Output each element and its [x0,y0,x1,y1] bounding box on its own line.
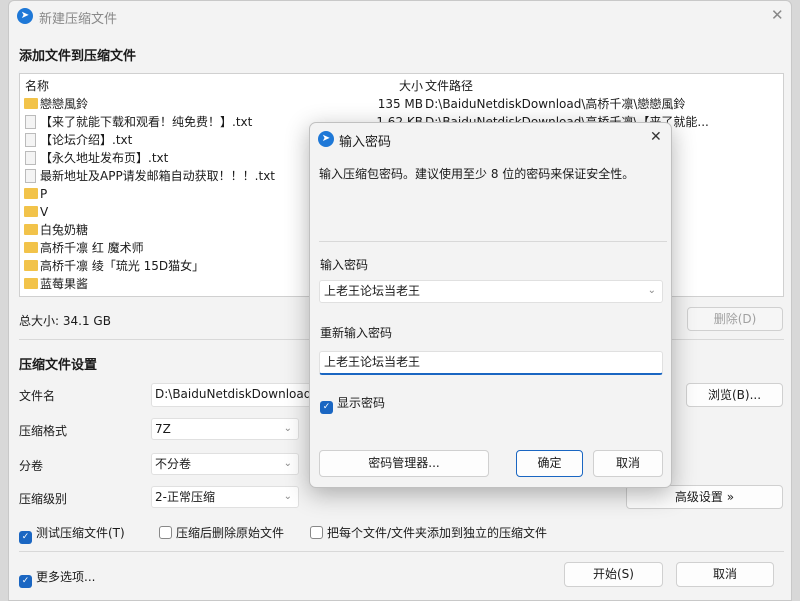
folder-icon [24,224,38,235]
folder-icon [24,260,38,271]
file-icon [25,115,36,129]
close-icon[interactable]: ✕ [771,6,784,24]
chevron-down-icon: ⌄ [283,458,292,469]
file-name: 蓝莓果酱 [40,277,89,291]
file-name: 高桥千凛 红 魔术师 [40,241,144,255]
separate-archives-checkbox[interactable]: 把每个文件/文件夹添加到独立的压缩文件 [310,524,547,541]
level-value: 2-正常压缩 [155,490,215,504]
file-name: 【来了就能下载和观看！纯免费！】.txt [40,115,253,129]
format-select[interactable]: 7Z ⌄ [151,418,299,440]
file-size: 135 MB [377,97,423,111]
split-value: 不分卷 [155,457,192,471]
app-logo-icon: ➤ [318,131,334,147]
app-logo-icon: ➤ [17,8,33,24]
divider [19,551,784,552]
test-archive-label: 测试压缩文件(T) [36,526,125,540]
separate-archives-label: 把每个文件/文件夹添加到独立的压缩文件 [327,526,548,540]
checkbox-unchecked-icon [310,526,323,539]
password-dialog: ➤ 输入密码 ✕ 输入压缩包密码。建议使用至少 8 位的密码来保证安全性。 输入… [309,122,672,488]
checkbox-checked-icon: ✓ [19,531,32,544]
chevron-down-icon: ⌄ [647,285,656,296]
split-label: 分卷 [19,459,44,473]
column-path[interactable]: 文件路径 [425,77,473,95]
folder-icon [24,278,38,289]
section-add-title: 添加文件到压缩文件 [19,49,137,64]
file-icon [25,133,36,147]
folder-icon [24,98,38,109]
delete-after-checkbox[interactable]: 压缩后删除原始文件 [159,524,284,541]
chevron-down-icon: ⌄ [283,491,292,502]
folder-icon [24,206,38,217]
file-icon [25,169,36,183]
split-select[interactable]: 不分卷 ⌄ [151,453,299,475]
close-icon[interactable]: ✕ [650,129,662,145]
window-title: 新建压缩文件 [39,12,118,27]
cancel-button[interactable]: 取消 [676,562,774,587]
folder-icon [24,188,38,199]
file-icon [25,151,36,165]
show-password-label: 显示密码 [337,396,386,410]
delete-after-label: 压缩后删除原始文件 [176,526,285,540]
chevron-down-icon: ⌄ [283,423,292,434]
more-options-checkbox[interactable]: ✓ 更多选项... [19,568,95,588]
format-value: 7Z [155,422,171,436]
list-header: 名称 大小 文件路径 [20,77,783,95]
dialog-title: 输入密码 [339,135,392,150]
file-name: 戀戀風鈴 [40,97,89,111]
password-label: 输入密码 [320,258,369,272]
password-value: 上老王论坛当老王 [324,284,421,298]
level-label: 压缩级别 [19,492,68,506]
file-name: P [40,187,48,201]
section-settings-title: 压缩文件设置 [19,358,98,373]
file-name: 【论坛介绍】.txt [40,133,133,147]
total-size: 总大小: 34.1 GB [19,314,111,328]
file-name: 最新地址及APP请发邮箱自动获取！！！.txt [40,169,276,183]
checkbox-checked-icon: ✓ [19,575,32,588]
file-name: 白兔奶糖 [40,223,89,237]
column-name[interactable]: 名称 [25,77,49,95]
browse-button[interactable]: 浏览(B)... [686,383,783,407]
filename-label: 文件名 [19,389,56,403]
level-select[interactable]: 2-正常压缩 ⌄ [151,486,299,508]
password-input[interactable]: 上老王论坛当老王 ⌄ [319,280,663,303]
column-size[interactable]: 大小 [399,77,423,95]
checkbox-checked-icon: ✓ [320,401,333,414]
dialog-description: 输入压缩包密码。建议使用至少 8 位的密码来保证安全性。 [319,167,635,181]
advanced-settings-button[interactable]: 高级设置 » [626,485,783,509]
table-row[interactable]: 戀戀風鈴 135 MB D:\BaiduNetdiskDownload\高桥千凛… [20,95,783,113]
confirm-password-input[interactable]: 上老王论坛当老王 [319,351,663,375]
file-path: D:\BaiduNetdiskDownload\高桥千凛\戀戀風鈴 [425,97,686,111]
file-name: 【永久地址发布页】.txt [40,151,169,165]
folder-icon [24,242,38,253]
ok-button[interactable]: 确定 [516,450,583,477]
password-manager-button[interactable]: 密码管理器... [319,450,489,477]
start-button[interactable]: 开始(S) [564,562,663,587]
dialog-cancel-button[interactable]: 取消 [593,450,663,477]
test-archive-checkbox[interactable]: ✓ 测试压缩文件(T) [19,524,125,544]
format-label: 压缩格式 [19,424,68,438]
checkbox-unchecked-icon [159,526,172,539]
show-password-checkbox[interactable]: ✓ 显示密码 [320,394,385,414]
file-name: V [40,205,49,219]
more-options-label: 更多选项... [36,570,96,584]
delete-button[interactable]: 删除(D) [687,307,783,331]
file-name: 高桥千凛 绫「琉光 15D猫女」 [40,259,205,273]
confirm-password-label: 重新输入密码 [320,326,393,340]
divider [319,241,667,242]
